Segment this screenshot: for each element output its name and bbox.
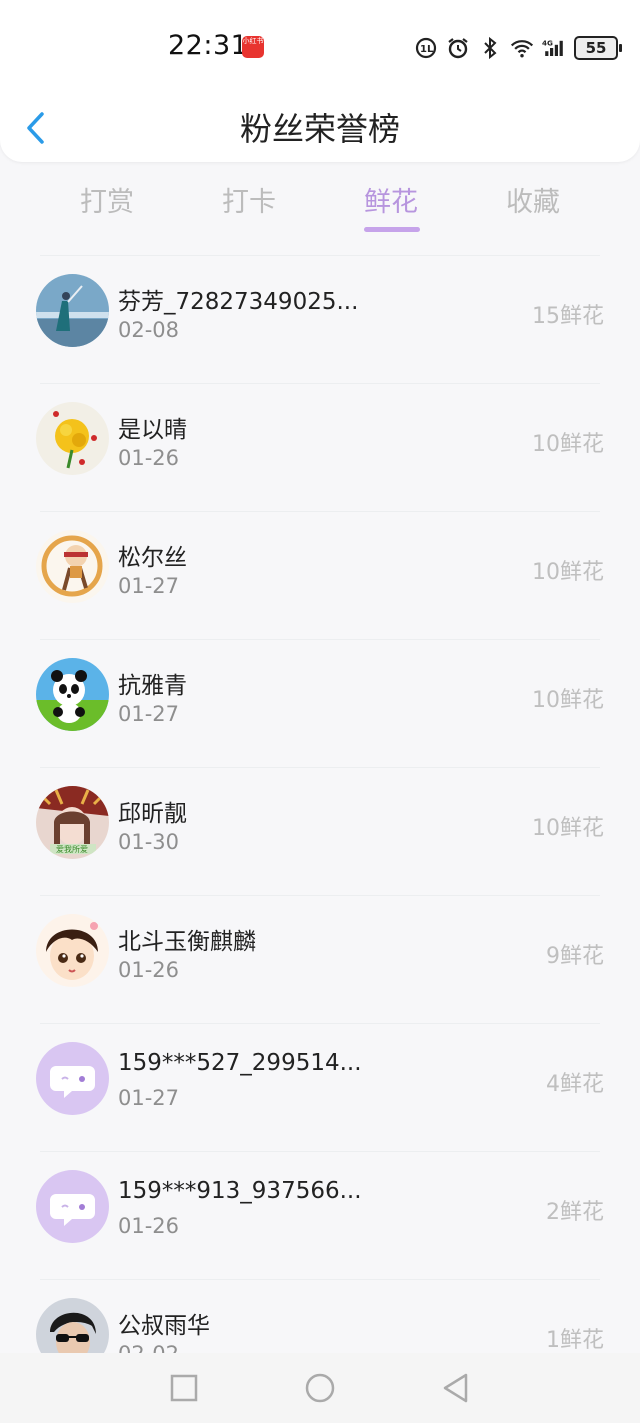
avatar[interactable] [36, 274, 109, 347]
avatar[interactable] [36, 914, 109, 987]
fan-name: 是以晴 [118, 417, 187, 443]
flower-count: 10鲜花 [532, 688, 604, 713]
status-time: 22:31 [168, 30, 249, 61]
divider [40, 1151, 600, 1152]
divider [40, 1023, 600, 1024]
fan-date: 01-27 [118, 574, 180, 598]
recent-apps-button[interactable] [167, 1371, 201, 1405]
signal-4g-icon: 4G [542, 36, 566, 60]
hd-voice-icon: 1L [414, 36, 438, 60]
flower-count: 10鲜花 [532, 816, 604, 841]
divider [40, 511, 600, 512]
list-item[interactable]: 北斗玉衡麒麟 01-26 9鲜花 [0, 895, 640, 1023]
avatar[interactable] [36, 402, 109, 475]
fan-date: 02-08 [118, 318, 180, 342]
tab-flowers[interactable]: 鲜花 [331, 180, 451, 238]
app-notification-badge-icon: 小红书 [242, 36, 264, 58]
page-title: 粉丝荣誉榜 [239, 110, 400, 148]
divider [40, 639, 600, 640]
flower-count: 10鲜花 [532, 560, 604, 585]
fan-name: 公叔雨华 [118, 1313, 210, 1339]
avatar[interactable]: 爱我所爱 [36, 786, 109, 859]
svg-text:爱我所爱: 爱我所爱 [56, 844, 88, 854]
home-button[interactable] [303, 1371, 337, 1405]
active-tab-indicator [364, 227, 420, 232]
avatar[interactable] [36, 658, 109, 731]
fan-date: 01-26 [118, 446, 180, 470]
fan-name: 抗雅青 [118, 673, 187, 699]
list-item[interactable]: 爱我所爱 邱昕靓 01-30 10鲜花 [0, 767, 640, 895]
flower-count: 9鲜花 [546, 944, 604, 969]
triangle-back-icon [443, 1373, 468, 1403]
battery-icon: 55 [574, 36, 622, 60]
square-icon [170, 1374, 198, 1402]
tab-flowers-label: 鲜花 [364, 187, 418, 218]
fan-name: 159***527_299514... [118, 1050, 362, 1076]
default-chat-avatar-icon[interactable] [36, 1170, 109, 1243]
fan-date: 01-27 [118, 702, 180, 726]
fan-date: 01-26 [118, 1214, 180, 1238]
tab-checkin[interactable]: 打卡 [189, 180, 309, 238]
list-item[interactable]: 松尔丝 01-27 10鲜花 [0, 511, 640, 639]
divider [40, 383, 600, 384]
tab-bar: 打赏 打卡 鲜花 收藏 [0, 180, 640, 240]
list-item[interactable]: 芬芳_72827349025... 02-08 15鲜花 [0, 255, 640, 383]
svg-text:1L: 1L [420, 44, 434, 55]
default-chat-avatar-icon[interactable] [36, 1042, 109, 1115]
flower-count: 15鲜花 [532, 304, 604, 329]
avatar[interactable] [36, 530, 109, 603]
status-icons: 1L 4G 55 [414, 34, 622, 62]
flower-count: 10鲜花 [532, 432, 604, 457]
flower-count: 2鲜花 [546, 1200, 604, 1225]
fan-name: 159***913_937566... [118, 1178, 362, 1204]
divider [40, 767, 600, 768]
divider [40, 1279, 600, 1280]
fan-date: 01-30 [118, 830, 180, 854]
fan-name: 北斗玉衡麒麟 [118, 929, 256, 955]
back-nav-button[interactable] [439, 1371, 473, 1405]
flower-count: 1鲜花 [546, 1328, 604, 1353]
circle-icon [305, 1373, 335, 1403]
alarm-icon [446, 36, 470, 60]
list-item[interactable]: 159***527_299514... 01-27 4鲜花 [0, 1023, 640, 1151]
bluetooth-icon [478, 36, 502, 60]
list-item[interactable]: 抗雅青 01-27 10鲜花 [0, 639, 640, 767]
list-item[interactable]: 是以晴 01-26 10鲜花 [0, 383, 640, 511]
wifi-icon [510, 36, 534, 60]
fan-name: 芬芳_72827349025... [118, 289, 359, 315]
divider [40, 895, 600, 896]
top-header: 22:31 小红书 1L 4G 55 粉丝荣誉榜 [0, 0, 640, 162]
system-nav-bar [0, 1353, 640, 1423]
tab-favorites[interactable]: 收藏 [473, 180, 593, 238]
flower-count: 4鲜花 [546, 1072, 604, 1097]
svg-text:4G: 4G [542, 39, 553, 48]
fan-name: 松尔丝 [118, 545, 187, 571]
fan-date: 01-27 [118, 1086, 180, 1110]
divider [40, 255, 600, 256]
tab-reward[interactable]: 打赏 [47, 180, 167, 238]
list-item[interactable]: 159***913_937566... 01-26 2鲜花 [0, 1151, 640, 1279]
fan-date: 01-26 [118, 958, 180, 982]
fan-name: 邱昕靓 [118, 801, 187, 827]
